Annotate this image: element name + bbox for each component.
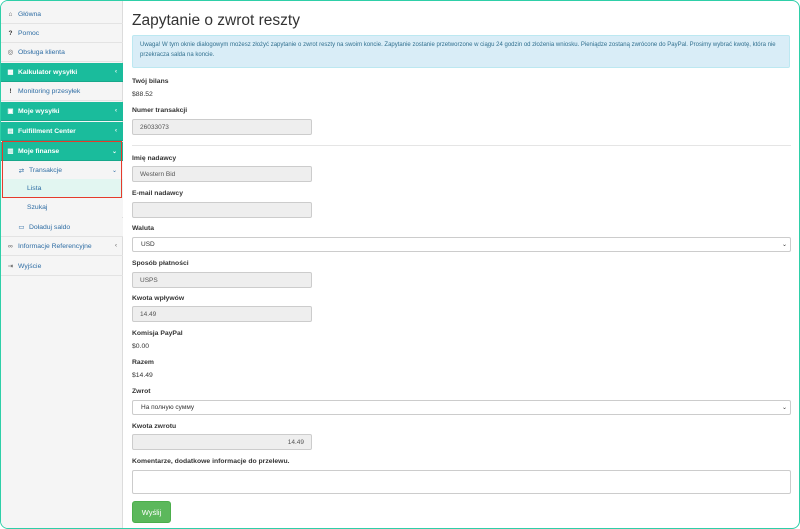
paypal-fee-label: Komisja PayPal bbox=[132, 330, 183, 337]
balance-value: $88.52 bbox=[132, 91, 153, 98]
chevron-down-icon: ⌄ bbox=[111, 168, 117, 174]
sidebar-item-top-up[interactable]: ▭ Doładuj saldo bbox=[1, 218, 123, 237]
chevron-down-icon: ⌄ bbox=[111, 148, 117, 155]
balance-label: Twój bilans bbox=[132, 78, 169, 85]
transaction-number-label: Numer transakcji bbox=[132, 107, 188, 114]
sidebar-item-label: Wyjście bbox=[18, 262, 42, 270]
sidebar-item-label: Informacje Referencyjne bbox=[18, 242, 92, 250]
sidebar-item-label: Fulfillment Center bbox=[18, 127, 76, 135]
chevron-left-icon: ‹ bbox=[115, 128, 117, 134]
main-content: Zapytanie o zwrot reszty Uwaga! W tym ok… bbox=[132, 1, 792, 528]
chevron-left-icon: ‹ bbox=[115, 108, 117, 114]
sidebar-item-label: Kalkulator wysyłki bbox=[18, 68, 78, 76]
sidebar-item-transactions[interactable]: ⇄ Transakcje ⌄ bbox=[1, 161, 123, 180]
sidebar-item-support[interactable]: ◎ Obsługa klienta bbox=[1, 43, 123, 62]
currency-selected-value: USD bbox=[141, 241, 155, 248]
question-icon: ? bbox=[8, 29, 13, 37]
sidebar-item-logout[interactable]: ⇥ Wyjście bbox=[1, 257, 123, 276]
sidebar-item-home[interactable]: ⌂ Główna bbox=[1, 5, 123, 24]
sidebar-item-label: Główna bbox=[18, 10, 42, 18]
sidebar: ⌂ Główna ? Pomoc ◎ Obsługa klienta ▦ Kal… bbox=[1, 1, 123, 528]
sender-email-label: E-mail nadawcy bbox=[132, 190, 183, 197]
sidebar-item-label: Doładuj saldo bbox=[29, 223, 71, 231]
refund-amount-label: Kwota zwrotu bbox=[132, 423, 177, 430]
link-icon: ∞ bbox=[8, 242, 13, 250]
box-icon: ▣ bbox=[7, 108, 14, 115]
currency-label: Waluta bbox=[132, 225, 155, 232]
income-amount-label: Kwota wpływów bbox=[132, 295, 185, 302]
chevron-left-icon: ‹ bbox=[115, 69, 117, 75]
exchange-icon: ⇄ bbox=[18, 167, 25, 175]
chevron-down-icon: ⌄ bbox=[781, 405, 787, 411]
wallet-icon: ▥ bbox=[7, 148, 14, 155]
sidebar-item-fulfillment[interactable]: ▤ Fulfillment Center ‹ bbox=[1, 122, 123, 141]
chevron-left-icon: ‹ bbox=[115, 243, 117, 249]
sidebar-item-label: Szukaj bbox=[27, 204, 48, 211]
app-window: ⌂ Główna ? Pomoc ◎ Obsługa klienta ▦ Kal… bbox=[0, 0, 800, 529]
exclamation-icon: ! bbox=[9, 87, 12, 95]
page-title: Zapytanie o zwrot reszty bbox=[132, 12, 300, 29]
sidebar-item-list[interactable]: Lista bbox=[1, 179, 123, 198]
sidebar-item-label: Lista bbox=[27, 185, 42, 192]
refund-label: Zwrot bbox=[132, 388, 151, 395]
money-icon: ▭ bbox=[18, 224, 25, 231]
sidebar-item-label: Transakcje bbox=[29, 167, 62, 174]
sidebar-item-label: Moje wysyłki bbox=[18, 107, 60, 115]
signout-icon: ⇥ bbox=[7, 263, 14, 270]
sender-name-field[interactable]: Western Bid bbox=[132, 166, 312, 182]
chevron-down-icon: ⌄ bbox=[781, 242, 787, 248]
transaction-number-field[interactable]: 26033073 bbox=[132, 119, 312, 135]
sidebar-item-referral[interactable]: ∞ Informacje Referencyjne ‹ bbox=[1, 237, 123, 256]
total-label: Razem bbox=[132, 359, 154, 366]
sidebar-item-label: Moje finanse bbox=[18, 147, 60, 155]
submit-button[interactable]: Wyślij bbox=[132, 501, 171, 523]
refund-type-select[interactable]: На полную сумму ⌄ bbox=[132, 400, 791, 415]
currency-select[interactable]: USD ⌄ bbox=[132, 237, 791, 252]
sidebar-item-label: Pomoc bbox=[18, 29, 40, 37]
lifebuoy-icon: ◎ bbox=[7, 49, 14, 56]
refund-type-selected-value: На полную сумму bbox=[141, 404, 195, 411]
comments-label: Komentarze, dodatkowe informacje do prze… bbox=[132, 458, 290, 465]
sidebar-item-my-shipments[interactable]: ▣ Moje wysyłki ‹ bbox=[1, 102, 123, 121]
paypal-fee-value: $0.00 bbox=[132, 343, 150, 350]
home-icon: ⌂ bbox=[8, 10, 13, 18]
sidebar-item-label: Obsługa klienta bbox=[18, 48, 65, 56]
sender-name-label: Imię nadawcy bbox=[132, 155, 177, 162]
income-amount-field[interactable]: 14.49 bbox=[132, 306, 312, 322]
building-icon: ▤ bbox=[7, 128, 14, 135]
total-value: $14.49 bbox=[132, 372, 153, 379]
sidebar-item-label: Monitoring przesyłek bbox=[18, 87, 81, 95]
sidebar-item-tracking[interactable]: ! Monitoring przesyłek bbox=[1, 82, 123, 101]
comments-textarea[interactable] bbox=[132, 470, 791, 494]
sidebar-item-my-finances[interactable]: ▥ Moje finanse ⌄ bbox=[1, 142, 123, 161]
sender-email-field[interactable] bbox=[132, 202, 312, 218]
sidebar-item-search[interactable]: Szukaj bbox=[1, 198, 123, 217]
refund-amount-field[interactable]: 14.49 bbox=[132, 434, 312, 450]
sidebar-item-shipping-calculator[interactable]: ▦ Kalkulator wysyłki ‹ bbox=[1, 63, 123, 82]
sidebar-item-help[interactable]: ? Pomoc bbox=[1, 24, 123, 43]
calculator-icon: ▦ bbox=[7, 69, 14, 76]
payment-method-label: Sposób płatności bbox=[132, 260, 189, 267]
payment-method-field[interactable]: USPS bbox=[132, 272, 312, 288]
info-alert: Uwaga! W tym oknie dialogowym możesz zło… bbox=[132, 35, 790, 68]
divider bbox=[132, 145, 791, 146]
